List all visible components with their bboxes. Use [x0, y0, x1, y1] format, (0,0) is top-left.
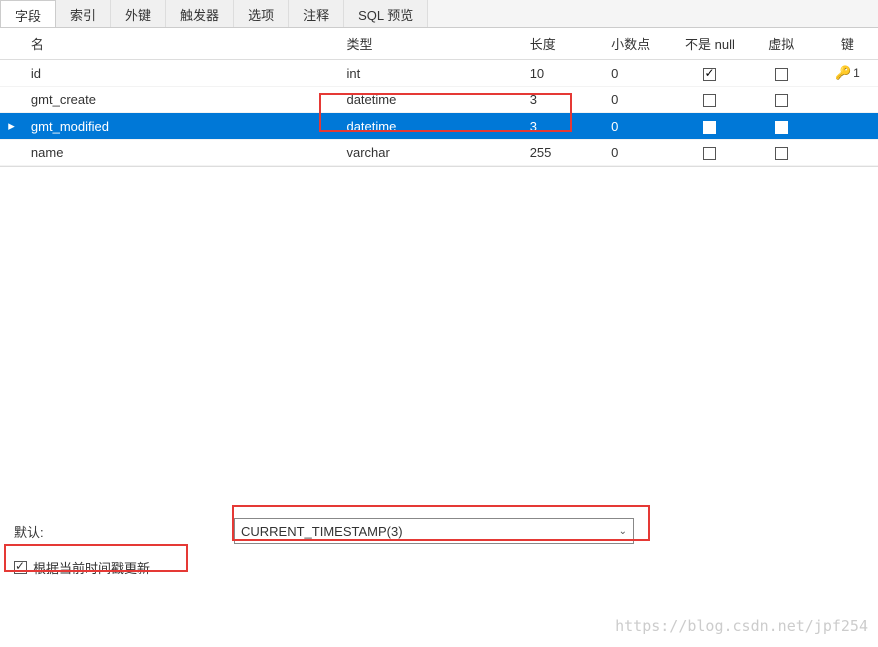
- tab-comment[interactable]: 注释: [289, 0, 344, 27]
- cell-type[interactable]: datetime: [338, 113, 521, 140]
- table-row[interactable]: idint100 🔑1: [0, 60, 878, 87]
- checkbox-icon[interactable]: [775, 94, 788, 107]
- default-label: 默认:: [14, 522, 234, 541]
- cell-not-null[interactable]: [674, 140, 745, 166]
- checkbox-icon[interactable]: [703, 68, 716, 81]
- tab-bar: 字段 索引 外键 触发器 选项 注释 SQL 预览: [0, 0, 878, 28]
- default-value-text: CURRENT_TIMESTAMP(3): [241, 524, 403, 539]
- header-name[interactable]: 名: [23, 28, 339, 60]
- cell-virtual[interactable]: [746, 60, 817, 87]
- cell-length[interactable]: 3: [522, 87, 603, 113]
- cell-not-null[interactable]: [674, 87, 745, 113]
- key-number: 1: [853, 66, 860, 80]
- cell-virtual[interactable]: [746, 140, 817, 166]
- key-icon: 🔑: [835, 65, 851, 81]
- tab-triggers[interactable]: 触发器: [166, 0, 234, 27]
- header-virtual[interactable]: 虚拟: [746, 28, 817, 60]
- checkbox-icon[interactable]: [703, 147, 716, 160]
- table-row[interactable]: namevarchar2550: [0, 140, 878, 166]
- cell-key[interactable]: [817, 113, 878, 140]
- table-row[interactable]: ▸gmt_modifieddatetime30: [0, 113, 878, 140]
- cell-key[interactable]: 🔑1: [817, 60, 878, 87]
- header-type[interactable]: 类型: [338, 28, 521, 60]
- checkbox-icon[interactable]: [703, 121, 716, 134]
- cell-type[interactable]: varchar: [338, 140, 521, 166]
- chevron-down-icon: ⌄: [619, 526, 627, 537]
- on-update-checkbox[interactable]: [14, 561, 27, 574]
- cell-decimal[interactable]: 0: [603, 87, 674, 113]
- cell-name[interactable]: gmt_create: [23, 87, 339, 113]
- header-decimal[interactable]: 小数点: [603, 28, 674, 60]
- empty-space: [0, 167, 878, 507]
- tab-options[interactable]: 选项: [234, 0, 289, 27]
- cell-type[interactable]: datetime: [338, 87, 521, 113]
- cell-length[interactable]: 3: [522, 113, 603, 140]
- row-indicator: ▸: [0, 113, 23, 140]
- header-not-null[interactable]: 不是 null: [674, 28, 745, 60]
- header-key[interactable]: 键: [817, 28, 878, 60]
- row-indicator: [0, 87, 23, 113]
- row-indicator: [0, 140, 23, 166]
- table-row[interactable]: gmt_createdatetime30: [0, 87, 878, 113]
- cell-length[interactable]: 255: [522, 140, 603, 166]
- checkbox-icon[interactable]: [775, 121, 788, 134]
- cell-length[interactable]: 10: [522, 60, 603, 87]
- cell-name[interactable]: name: [23, 140, 339, 166]
- cell-key[interactable]: [817, 87, 878, 113]
- tab-foreign-keys[interactable]: 外键: [111, 0, 166, 27]
- row-indicator: [0, 60, 23, 87]
- cell-decimal[interactable]: 0: [603, 60, 674, 87]
- cell-key[interactable]: [817, 140, 878, 166]
- watermark-text: https://blog.csdn.net/jpf254: [615, 617, 868, 635]
- tab-fields[interactable]: 字段: [0, 0, 56, 27]
- cell-type[interactable]: int: [338, 60, 521, 87]
- on-update-label: 根据当前时间戳更新: [33, 558, 150, 577]
- cell-decimal[interactable]: 0: [603, 140, 674, 166]
- cell-name[interactable]: gmt_modified: [23, 113, 339, 140]
- header-length[interactable]: 长度: [522, 28, 603, 60]
- field-detail-panel: 默认: CURRENT_TIMESTAMP(3) ⌄ 根据当前时间戳更新: [0, 508, 878, 587]
- cell-not-null[interactable]: [674, 113, 745, 140]
- tab-indexes[interactable]: 索引: [56, 0, 111, 27]
- tab-sql-preview[interactable]: SQL 预览: [344, 0, 428, 27]
- fields-table: 名 类型 长度 小数点 不是 null 虚拟 键 idint100🔑1gmt_c…: [0, 28, 878, 167]
- checkbox-icon[interactable]: [775, 147, 788, 160]
- cell-virtual[interactable]: [746, 113, 817, 140]
- checkbox-icon[interactable]: [775, 68, 788, 81]
- cell-name[interactable]: id: [23, 60, 339, 87]
- cell-not-null[interactable]: [674, 60, 745, 87]
- default-value-combobox[interactable]: CURRENT_TIMESTAMP(3) ⌄: [234, 518, 634, 544]
- cell-decimal[interactable]: 0: [603, 113, 674, 140]
- checkbox-icon[interactable]: [703, 94, 716, 107]
- cell-virtual[interactable]: [746, 87, 817, 113]
